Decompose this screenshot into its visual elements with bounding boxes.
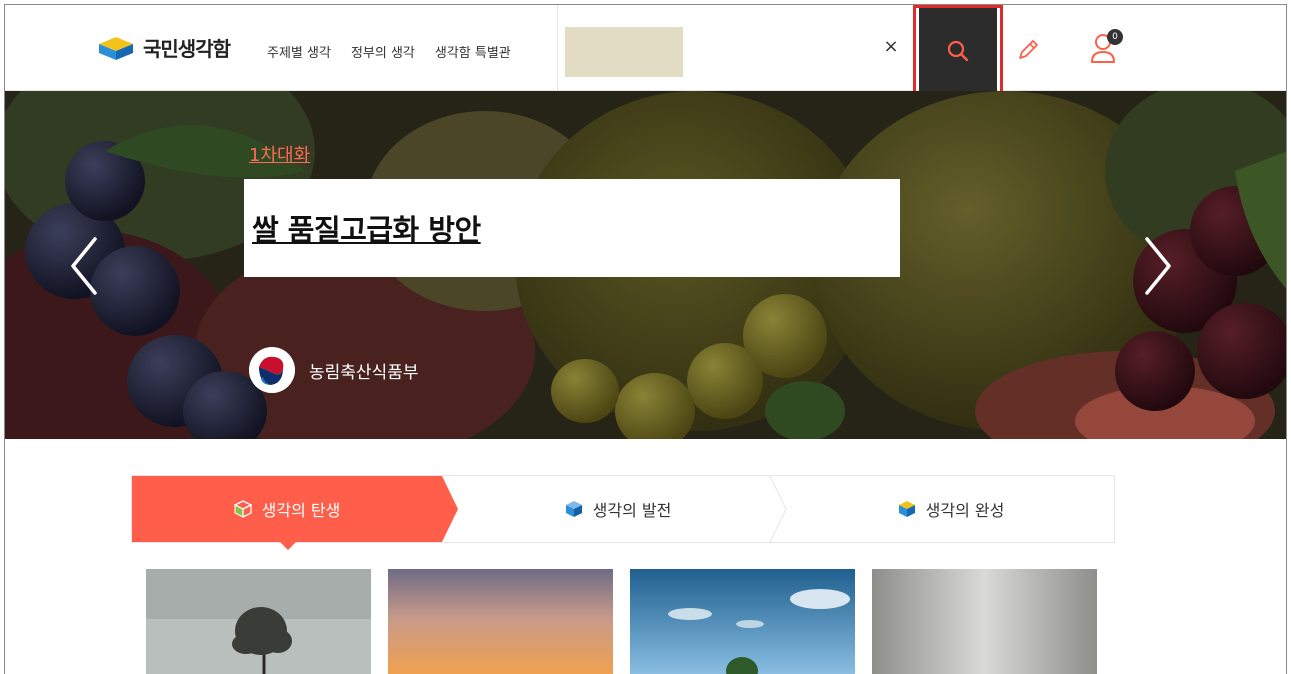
pencil-icon[interactable] [1015, 37, 1041, 63]
hero-banner: 1차대화 쌀 품질고급화 방안 농림축산식품부 [5, 91, 1286, 439]
hero-title-box: 쌀 품질고급화 방안 [244, 179, 900, 277]
header-divider [557, 5, 558, 91]
card-item[interactable] [630, 569, 855, 674]
cube-yellow-icon [898, 501, 915, 517]
stage-tabs: 생각의 탄생 생각의 발전 생각의 완성 [131, 475, 1115, 550]
card-item[interactable] [872, 569, 1097, 674]
government-emblem-icon [249, 347, 295, 393]
ministry-info: 농림축산식품부 [249, 347, 418, 393]
nav-item-special[interactable]: 생각함 특별관 [435, 42, 511, 61]
card-tree-image [146, 569, 371, 674]
logo-cube-icon [99, 36, 133, 60]
card-item[interactable] [146, 569, 371, 674]
card-item[interactable] [388, 569, 613, 674]
tab-birth[interactable]: 생각의 탄생 [132, 476, 442, 542]
main-nav: 주제별 생각 정부의 생각 생각함 특별관 [267, 42, 511, 61]
user-menu-button[interactable]: 0 [1087, 29, 1123, 65]
carousel-next-arrow-icon[interactable] [1137, 231, 1177, 301]
cube-outline-icon [233, 500, 252, 518]
clear-search-button[interactable]: × [879, 35, 903, 59]
nav-item-government[interactable]: 정부의 생각 [351, 42, 415, 61]
site-logo[interactable]: 국민생각함 [97, 33, 231, 62]
card-sunset-image [388, 569, 613, 674]
card-list [146, 569, 1097, 674]
hero-tag-link[interactable]: 1차대화 [249, 141, 310, 167]
tab-completion[interactable]: 생각의 완성 [788, 476, 1114, 542]
nav-item-topic[interactable]: 주제별 생각 [267, 42, 331, 61]
card-sky-image [630, 569, 855, 674]
tab-completion-label: 생각의 완성 [925, 501, 1005, 520]
click-highlight-box [913, 5, 1003, 101]
card-mist-image [872, 569, 1097, 674]
browser-viewport: 국민생각함 주제별 생각 정부의 생각 생각함 특별관 × 0 1차대화 쌀 품… [4, 4, 1287, 674]
hero-title-link[interactable]: 쌀 품질고급화 방안 [252, 207, 481, 249]
tab-development-label: 생각의 발전 [592, 501, 672, 520]
tab-development[interactable]: 생각의 발전 [458, 476, 778, 542]
logo-text: 국민생각함 [143, 37, 231, 61]
carousel-prev-arrow-icon[interactable] [65, 231, 105, 301]
search-input[interactable] [565, 27, 683, 77]
tab-birth-label: 생각의 탄생 [261, 501, 341, 520]
site-header: 국민생각함 주제별 생각 정부의 생각 생각함 특별관 × 0 [5, 5, 1286, 96]
ministry-name: 농림축산식품부 [309, 362, 419, 383]
cube-blue-icon [565, 501, 582, 517]
notification-badge: 0 [1107, 29, 1123, 45]
